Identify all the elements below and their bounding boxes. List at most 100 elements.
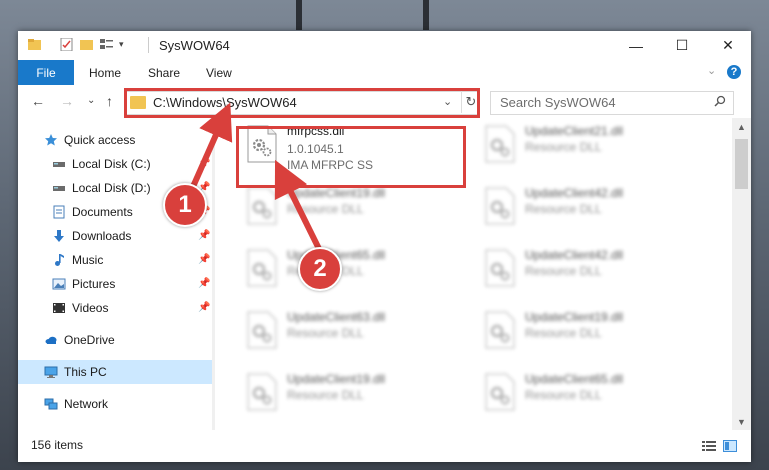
sidebar-item-label: Quick access — [64, 133, 136, 147]
sidebar-item-pictures[interactable]: Pictures 📌 — [18, 272, 212, 296]
sidebar-item-label: OneDrive — [64, 333, 115, 347]
dll-file-icon — [485, 311, 515, 349]
dll-file-icon — [485, 249, 515, 287]
sidebar-item-onedrive[interactable]: OneDrive — [18, 328, 212, 352]
details-view-icon[interactable] — [702, 440, 716, 452]
file-name: UpdateClient21.dll — [525, 124, 624, 138]
search-input[interactable]: Search SysWOW64 — [490, 91, 734, 115]
file-name: mfrpcss.dll — [287, 124, 345, 138]
file-list: mfrpcss.dll 1.0.1045.1 IMA MFRPC SS Upda… — [215, 118, 732, 430]
file-item[interactable]: UpdateClient65.dll Resource DLL — [477, 370, 697, 420]
file-item[interactable]: UpdateClient21.dll Resource DLL — [477, 122, 697, 172]
sidebar-item-this-pc[interactable]: This PC — [18, 360, 212, 384]
file-name: UpdateClient42.dll — [525, 186, 624, 200]
file-description: Resource DLL — [525, 202, 602, 216]
tab-share[interactable]: Share — [148, 60, 180, 85]
sidebar-item-downloads[interactable]: Downloads 📌 — [18, 224, 212, 248]
file-description: IMA MFRPC SS — [287, 158, 374, 172]
sidebar-item-local-disk-c[interactable]: Local Disk (C:) 📌 — [18, 152, 212, 176]
refresh-button[interactable]: ↻ — [461, 91, 480, 113]
maximize-button[interactable]: ☐ — [659, 31, 705, 60]
address-bar[interactable]: C:\Windows\SysWOW64 ⌄ ↻ — [124, 91, 480, 115]
background-pole — [296, 0, 302, 30]
drive-icon — [53, 186, 65, 191]
file-item[interactable]: UpdateClient42.dll Resource DLL — [477, 246, 697, 296]
folder-icon[interactable] — [28, 38, 41, 51]
star-icon — [45, 134, 57, 146]
sidebar-item-label: Music — [72, 253, 104, 267]
file-description: Resource DLL — [525, 264, 602, 278]
file-name: UpdateClient19.dll — [525, 310, 624, 324]
new-folder-icon[interactable] — [80, 38, 93, 51]
sidebar-item-label: Network — [64, 397, 109, 411]
pin-icon: 📌 — [198, 230, 211, 241]
file-item[interactable]: UpdateClient19.dll Resource DLL — [239, 370, 459, 420]
pin-icon: 📌 — [198, 158, 211, 169]
scrollbar-thumb[interactable] — [735, 139, 748, 189]
scroll-up-icon[interactable]: ▲ — [732, 118, 751, 135]
address-dropdown-icon[interactable]: ⌄ — [443, 95, 452, 108]
file-description: Resource DLL — [525, 326, 602, 340]
file-description: Resource DLL — [287, 326, 364, 340]
sidebar-item-label: Videos — [72, 301, 109, 315]
close-button[interactable]: ✕ — [705, 31, 751, 60]
dll-file-icon — [247, 373, 277, 411]
sidebar-item-network[interactable]: Network — [18, 392, 212, 416]
file-name: UpdateClient42.dll — [525, 248, 624, 262]
file-item[interactable]: UpdateClient65.dll Resource DLL — [239, 246, 459, 296]
scroll-down-icon[interactable]: ▼ — [732, 413, 751, 430]
network-icon — [44, 398, 58, 410]
customize-icon[interactable] — [100, 38, 113, 51]
title-separator — [148, 37, 149, 53]
sidebar-item-label: Local Disk (D:) — [72, 181, 151, 195]
file-item[interactable]: UpdateClient19.dll Resource DLL — [477, 308, 697, 358]
explorer-window: ▾ SysWOW64 — ☐ ✕ File Home Share View ⌄ … — [18, 31, 751, 462]
properties-icon[interactable] — [60, 38, 73, 51]
dll-file-icon — [485, 125, 515, 163]
documents-icon — [53, 205, 65, 219]
file-item[interactable]: UpdateClient42.dll Resource DLL — [477, 184, 697, 234]
computer-icon — [44, 366, 58, 378]
music-icon — [55, 254, 64, 266]
recent-locations-button[interactable]: ⌄ — [87, 95, 95, 106]
tiles-view-icon[interactable] — [723, 440, 737, 452]
search-icon[interactable] — [714, 95, 726, 107]
file-item-mfrpcss[interactable]: mfrpcss.dll 1.0.1045.1 IMA MFRPC SS — [239, 122, 459, 172]
file-name: UpdateClient19.dll — [287, 186, 386, 200]
tab-file[interactable]: File — [18, 60, 74, 85]
ribbon-collapse-icon[interactable]: ⌄ — [707, 64, 716, 77]
dll-file-icon — [247, 311, 277, 349]
pin-icon: 📌 — [198, 302, 211, 313]
dll-file-icon — [485, 187, 515, 225]
dll-file-icon — [247, 187, 277, 225]
sidebar-item-quick-access[interactable]: Quick access — [18, 128, 212, 152]
file-item[interactable]: UpdateClient63.dll Resource DLL — [239, 308, 459, 358]
navigation-bar: ← → ⌄ ↑ C:\Windows\SysWOW64 ⌄ ↻ Search S… — [18, 85, 751, 118]
dll-file-icon — [247, 125, 277, 163]
background-pole — [423, 0, 429, 30]
sidebar-item-label: This PC — [64, 365, 107, 379]
file-name: UpdateClient63.dll — [287, 310, 386, 324]
back-button[interactable]: ← — [31, 93, 45, 109]
file-description: Resource DLL — [525, 388, 602, 402]
content-scrollbar[interactable]: ▲ ▼ — [732, 118, 751, 430]
file-item[interactable]: UpdateClient19.dll Resource DLL — [239, 184, 459, 234]
help-icon[interactable]: ? — [727, 65, 741, 79]
downloads-icon — [54, 230, 64, 242]
sidebar-item-label: Pictures — [72, 277, 116, 291]
sidebar-item-label: Downloads — [72, 229, 132, 243]
folder-icon — [130, 96, 146, 109]
tab-home[interactable]: Home — [89, 60, 121, 85]
tab-view[interactable]: View — [206, 60, 232, 85]
pin-icon: 📌 — [198, 278, 211, 289]
address-path[interactable]: C:\Windows\SysWOW64 — [153, 95, 297, 110]
sidebar-item-music[interactable]: Music 📌 — [18, 248, 212, 272]
sidebar-item-videos[interactable]: Videos 📌 — [18, 296, 212, 320]
up-button[interactable]: ↑ — [106, 93, 113, 109]
step-badge-1: 1 — [163, 183, 207, 227]
file-description: Resource DLL — [287, 388, 364, 402]
forward-button[interactable]: → — [60, 93, 74, 109]
quick-access-dropdown-icon[interactable]: ▾ — [119, 39, 124, 50]
sidebar-item-label: Local Disk (C:) — [72, 157, 151, 171]
minimize-button[interactable]: — — [613, 31, 659, 60]
